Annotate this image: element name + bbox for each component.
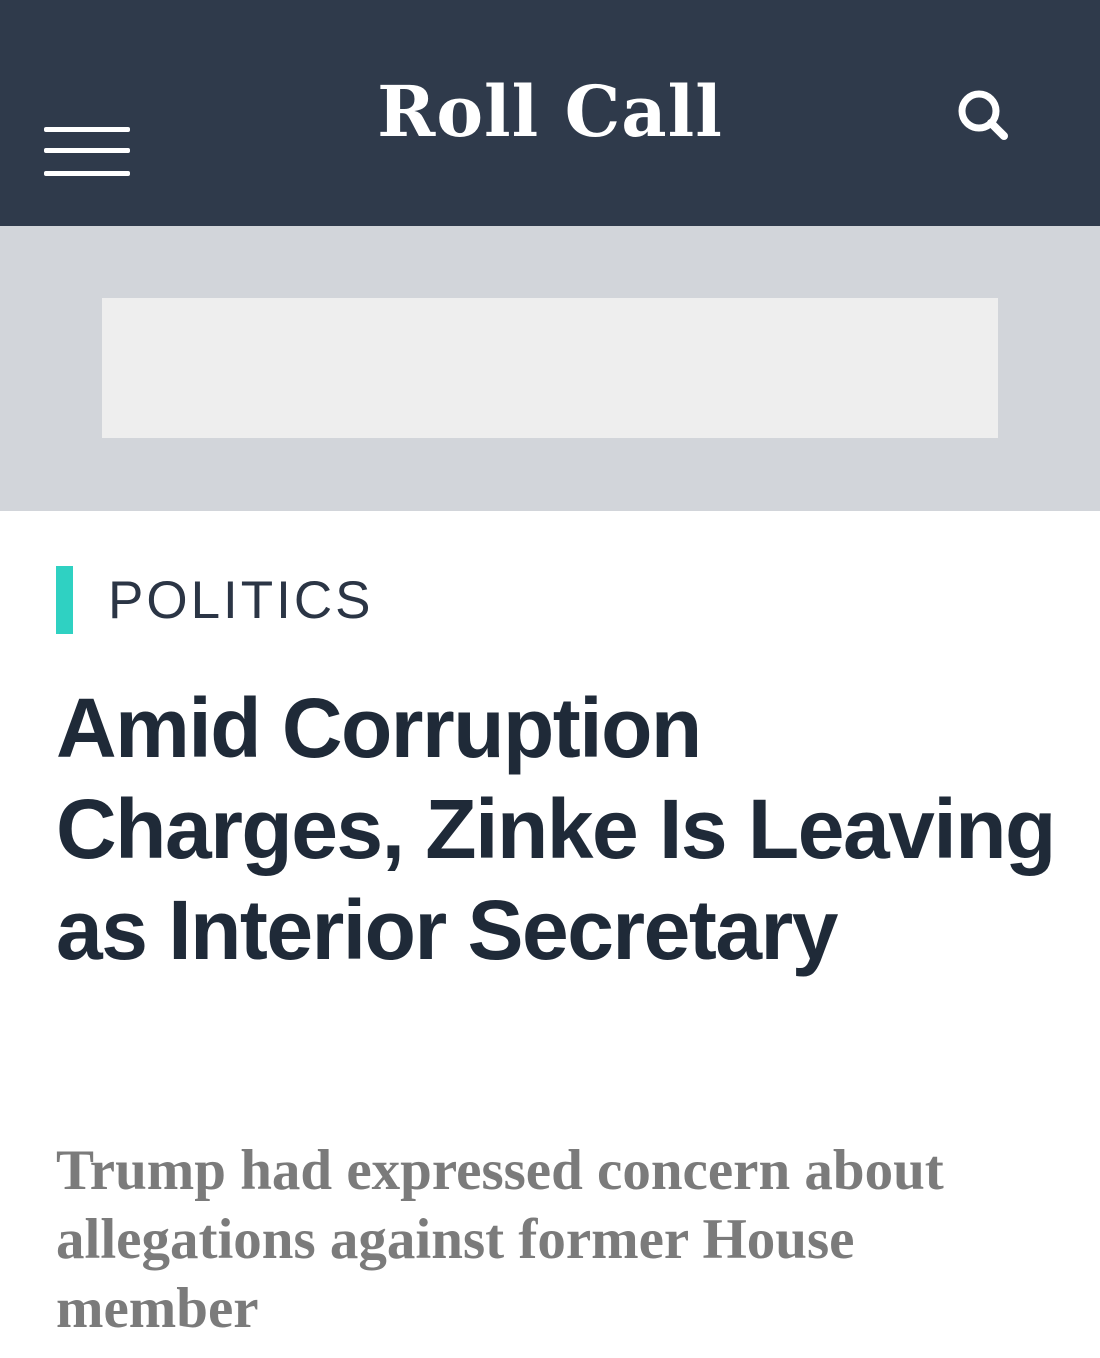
section-label: POLITICS (108, 571, 374, 630)
search-icon-glyph (958, 90, 1008, 140)
article-headline: Amid Corruption Charges, Zinke Is Leavin… (56, 681, 1056, 977)
site-header: Roll Call (0, 0, 1100, 226)
ad-banner-area (0, 226, 1100, 511)
search-icon[interactable] (952, 84, 1012, 144)
menu-line (44, 171, 130, 176)
section-accent-bar (56, 566, 73, 634)
ad-slot-placeholder[interactable] (102, 298, 998, 438)
article-dek: Trump had expressed concern about allega… (56, 1139, 944, 1340)
site-logo[interactable]: Roll Call (0, 72, 1100, 152)
